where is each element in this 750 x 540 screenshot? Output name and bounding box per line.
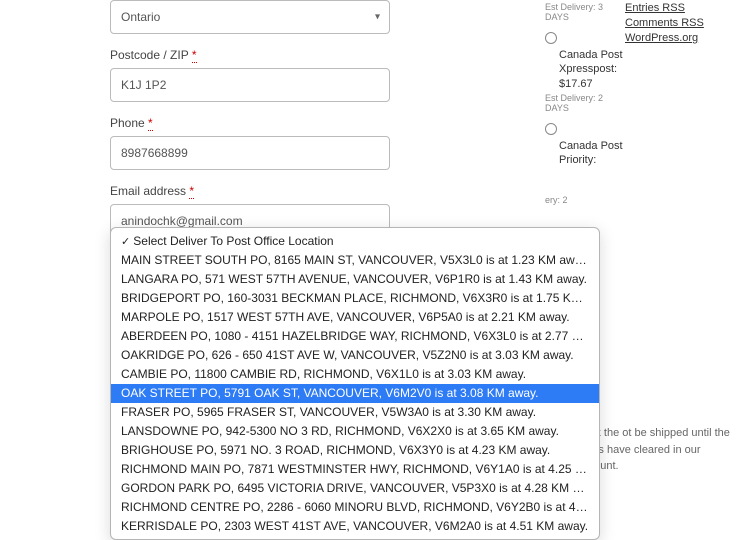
dropdown-option[interactable]: RICHMOND MAIN PO, 7871 WESTMINSTER HWY, … [111,460,599,479]
dropdown-option[interactable]: CAMBIE PO, 11800 CAMBIE RD, RICHMOND, V6… [111,365,599,384]
dropdown-option[interactable]: BRIDGEPORT PO, 160-3031 BECKMAN PLACE, R… [111,289,599,308]
delivery-estimate: Est Delivery: 2 DAYS [545,93,625,113]
postcode-field[interactable] [110,68,390,102]
delivery-estimate-fragment: ery: 2 [545,195,625,205]
dropdown-option[interactable]: OAKRIDGE PO, 626 - 650 41ST AVE W, VANCO… [111,346,599,365]
link-entries-rss[interactable]: Entries RSS [625,2,704,14]
link-comments-rss[interactable]: Comments RSS [625,17,704,29]
bank-transfer-notice: bank the ot be shipped until the funds h… [577,425,742,475]
required-asterisk: * [192,48,197,63]
shipping-radio-xpresspost[interactable] [545,32,557,44]
dropdown-option[interactable]: GORDON PARK PO, 6495 VICTORIA DRIVE, VAN… [111,479,599,498]
dropdown-option[interactable]: LANGARA PO, 571 WEST 57TH AVENUE, VANCOU… [111,270,599,289]
postcode-label: Postcode / ZIP * [110,48,545,62]
delivery-estimate: Est Delivery: 3 DAYS [545,2,625,22]
dropdown-option[interactable]: ABERDEEN PO, 1080 - 4151 HAZELBRIDGE WAY… [111,327,599,346]
dropdown-option[interactable]: KERRISDALE PO, 2303 WEST 41ST AVE, VANCO… [111,517,599,540]
link-wordpress-org[interactable]: WordPress.org [625,32,704,44]
dropdown-option[interactable]: MAIN STREET SOUTH PO, 8165 MAIN ST, VANC… [111,251,599,270]
required-asterisk: * [148,116,153,131]
email-label: Email address * [110,184,545,198]
required-asterisk: * [189,184,194,199]
dropdown-option[interactable]: LANSDOWNE PO, 942-5300 NO 3 RD, RICHMOND… [111,422,599,441]
phone-label: Phone * [110,116,545,130]
shipping-option-label: Canada Post Priority: [545,139,625,168]
province-select[interactable]: Ontario [110,0,390,34]
shipping-option-label: Canada Post Xpresspost: $17.67 [545,48,625,91]
dropdown-option[interactable]: BRIGHOUSE PO, 5971 NO. 3 ROAD, RICHMOND,… [111,441,599,460]
dropdown-placeholder[interactable]: Select Deliver To Post Office Location [111,228,599,251]
post-office-dropdown[interactable]: Select Deliver To Post Office Location M… [110,227,600,540]
dropdown-option[interactable]: MARPOLE PO, 1517 WEST 57TH AVE, VANCOUVE… [111,308,599,327]
shipping-radio-priority[interactable] [545,123,557,135]
dropdown-option[interactable]: FRASER PO, 5965 FRASER ST, VANCOUVER, V5… [111,403,599,422]
dropdown-option[interactable]: OAK STREET PO, 5791 OAK ST, VANCOUVER, V… [111,384,599,403]
phone-field[interactable] [110,136,390,170]
